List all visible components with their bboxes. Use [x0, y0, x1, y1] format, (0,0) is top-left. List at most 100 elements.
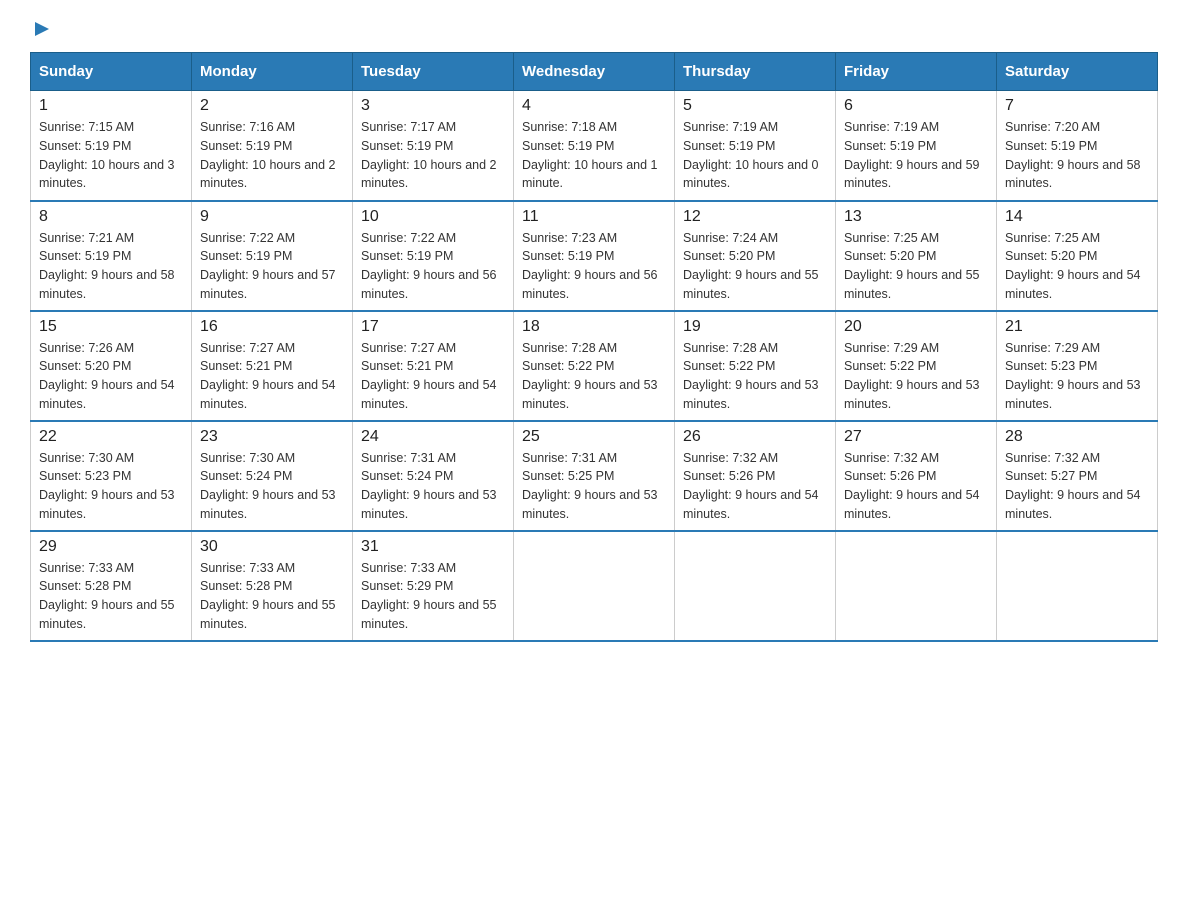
calendar-day-cell	[675, 531, 836, 641]
day-of-week-header: Thursday	[675, 53, 836, 91]
day-info: Sunrise: 7:31 AMSunset: 5:25 PMDaylight:…	[522, 449, 666, 524]
page-header	[30, 20, 1158, 34]
day-info: Sunrise: 7:24 AMSunset: 5:20 PMDaylight:…	[683, 229, 827, 304]
calendar-day-cell: 8 Sunrise: 7:21 AMSunset: 5:19 PMDayligh…	[31, 201, 192, 311]
day-number: 3	[361, 97, 505, 115]
day-of-week-header: Tuesday	[353, 53, 514, 91]
calendar-day-cell: 16 Sunrise: 7:27 AMSunset: 5:21 PMDaylig…	[192, 311, 353, 421]
day-number: 26	[683, 428, 827, 446]
calendar-day-cell: 15 Sunrise: 7:26 AMSunset: 5:20 PMDaylig…	[31, 311, 192, 421]
calendar-day-cell: 22 Sunrise: 7:30 AMSunset: 5:23 PMDaylig…	[31, 421, 192, 531]
day-info: Sunrise: 7:27 AMSunset: 5:21 PMDaylight:…	[361, 339, 505, 414]
calendar-day-cell: 2 Sunrise: 7:16 AMSunset: 5:19 PMDayligh…	[192, 91, 353, 201]
calendar-day-cell: 1 Sunrise: 7:15 AMSunset: 5:19 PMDayligh…	[31, 91, 192, 201]
calendar-week-row: 22 Sunrise: 7:30 AMSunset: 5:23 PMDaylig…	[31, 421, 1158, 531]
day-of-week-header: Wednesday	[514, 53, 675, 91]
day-number: 19	[683, 318, 827, 336]
day-info: Sunrise: 7:33 AMSunset: 5:29 PMDaylight:…	[361, 559, 505, 634]
day-number: 1	[39, 97, 183, 115]
day-number: 28	[1005, 428, 1149, 446]
calendar-week-row: 8 Sunrise: 7:21 AMSunset: 5:19 PMDayligh…	[31, 201, 1158, 311]
day-number: 5	[683, 97, 827, 115]
calendar-day-cell: 30 Sunrise: 7:33 AMSunset: 5:28 PMDaylig…	[192, 531, 353, 641]
day-info: Sunrise: 7:21 AMSunset: 5:19 PMDaylight:…	[39, 229, 183, 304]
calendar-day-cell: 6 Sunrise: 7:19 AMSunset: 5:19 PMDayligh…	[836, 91, 997, 201]
day-info: Sunrise: 7:15 AMSunset: 5:19 PMDaylight:…	[39, 118, 183, 193]
calendar-week-row: 1 Sunrise: 7:15 AMSunset: 5:19 PMDayligh…	[31, 91, 1158, 201]
calendar-day-cell: 17 Sunrise: 7:27 AMSunset: 5:21 PMDaylig…	[353, 311, 514, 421]
day-info: Sunrise: 7:18 AMSunset: 5:19 PMDaylight:…	[522, 118, 666, 193]
calendar-day-cell: 7 Sunrise: 7:20 AMSunset: 5:19 PMDayligh…	[997, 91, 1158, 201]
day-number: 2	[200, 97, 344, 115]
day-number: 29	[39, 538, 183, 556]
day-info: Sunrise: 7:20 AMSunset: 5:19 PMDaylight:…	[1005, 118, 1149, 193]
day-number: 6	[844, 97, 988, 115]
calendar-day-cell: 24 Sunrise: 7:31 AMSunset: 5:24 PMDaylig…	[353, 421, 514, 531]
day-info: Sunrise: 7:33 AMSunset: 5:28 PMDaylight:…	[39, 559, 183, 634]
day-info: Sunrise: 7:28 AMSunset: 5:22 PMDaylight:…	[522, 339, 666, 414]
day-info: Sunrise: 7:32 AMSunset: 5:27 PMDaylight:…	[1005, 449, 1149, 524]
day-of-week-header: Friday	[836, 53, 997, 91]
calendar-day-cell: 12 Sunrise: 7:24 AMSunset: 5:20 PMDaylig…	[675, 201, 836, 311]
day-info: Sunrise: 7:19 AMSunset: 5:19 PMDaylight:…	[683, 118, 827, 193]
day-number: 15	[39, 318, 183, 336]
day-info: Sunrise: 7:19 AMSunset: 5:19 PMDaylight:…	[844, 118, 988, 193]
day-info: Sunrise: 7:17 AMSunset: 5:19 PMDaylight:…	[361, 118, 505, 193]
day-number: 13	[844, 208, 988, 226]
calendar-day-cell: 29 Sunrise: 7:33 AMSunset: 5:28 PMDaylig…	[31, 531, 192, 641]
calendar-day-cell: 13 Sunrise: 7:25 AMSunset: 5:20 PMDaylig…	[836, 201, 997, 311]
calendar-day-cell: 21 Sunrise: 7:29 AMSunset: 5:23 PMDaylig…	[997, 311, 1158, 421]
day-number: 10	[361, 208, 505, 226]
day-info: Sunrise: 7:30 AMSunset: 5:23 PMDaylight:…	[39, 449, 183, 524]
day-number: 14	[1005, 208, 1149, 226]
day-number: 30	[200, 538, 344, 556]
day-info: Sunrise: 7:32 AMSunset: 5:26 PMDaylight:…	[844, 449, 988, 524]
calendar-day-cell: 9 Sunrise: 7:22 AMSunset: 5:19 PMDayligh…	[192, 201, 353, 311]
logo-flag-icon	[33, 20, 51, 38]
calendar-day-cell: 20 Sunrise: 7:29 AMSunset: 5:22 PMDaylig…	[836, 311, 997, 421]
day-number: 22	[39, 428, 183, 446]
day-of-week-header: Monday	[192, 53, 353, 91]
day-info: Sunrise: 7:22 AMSunset: 5:19 PMDaylight:…	[200, 229, 344, 304]
day-of-week-header: Sunday	[31, 53, 192, 91]
calendar-day-cell: 4 Sunrise: 7:18 AMSunset: 5:19 PMDayligh…	[514, 91, 675, 201]
day-number: 20	[844, 318, 988, 336]
day-info: Sunrise: 7:28 AMSunset: 5:22 PMDaylight:…	[683, 339, 827, 414]
day-info: Sunrise: 7:26 AMSunset: 5:20 PMDaylight:…	[39, 339, 183, 414]
day-info: Sunrise: 7:31 AMSunset: 5:24 PMDaylight:…	[361, 449, 505, 524]
day-info: Sunrise: 7:29 AMSunset: 5:22 PMDaylight:…	[844, 339, 988, 414]
calendar-day-cell	[514, 531, 675, 641]
calendar-table: SundayMondayTuesdayWednesdayThursdayFrid…	[30, 52, 1158, 642]
day-number: 18	[522, 318, 666, 336]
calendar-day-cell: 18 Sunrise: 7:28 AMSunset: 5:22 PMDaylig…	[514, 311, 675, 421]
day-info: Sunrise: 7:33 AMSunset: 5:28 PMDaylight:…	[200, 559, 344, 634]
day-number: 23	[200, 428, 344, 446]
logo	[30, 20, 51, 34]
day-number: 21	[1005, 318, 1149, 336]
day-number: 24	[361, 428, 505, 446]
calendar-day-cell: 31 Sunrise: 7:33 AMSunset: 5:29 PMDaylig…	[353, 531, 514, 641]
day-info: Sunrise: 7:30 AMSunset: 5:24 PMDaylight:…	[200, 449, 344, 524]
calendar-day-cell: 28 Sunrise: 7:32 AMSunset: 5:27 PMDaylig…	[997, 421, 1158, 531]
day-number: 27	[844, 428, 988, 446]
day-number: 17	[361, 318, 505, 336]
calendar-day-cell: 25 Sunrise: 7:31 AMSunset: 5:25 PMDaylig…	[514, 421, 675, 531]
calendar-day-cell	[997, 531, 1158, 641]
day-info: Sunrise: 7:25 AMSunset: 5:20 PMDaylight:…	[844, 229, 988, 304]
calendar-week-row: 29 Sunrise: 7:33 AMSunset: 5:28 PMDaylig…	[31, 531, 1158, 641]
day-info: Sunrise: 7:32 AMSunset: 5:26 PMDaylight:…	[683, 449, 827, 524]
day-number: 4	[522, 97, 666, 115]
day-number: 9	[200, 208, 344, 226]
calendar-day-cell: 10 Sunrise: 7:22 AMSunset: 5:19 PMDaylig…	[353, 201, 514, 311]
day-info: Sunrise: 7:27 AMSunset: 5:21 PMDaylight:…	[200, 339, 344, 414]
calendar-day-cell: 23 Sunrise: 7:30 AMSunset: 5:24 PMDaylig…	[192, 421, 353, 531]
calendar-body: 1 Sunrise: 7:15 AMSunset: 5:19 PMDayligh…	[31, 91, 1158, 641]
day-info: Sunrise: 7:29 AMSunset: 5:23 PMDaylight:…	[1005, 339, 1149, 414]
day-number: 25	[522, 428, 666, 446]
calendar-day-cell: 11 Sunrise: 7:23 AMSunset: 5:19 PMDaylig…	[514, 201, 675, 311]
calendar-day-cell: 5 Sunrise: 7:19 AMSunset: 5:19 PMDayligh…	[675, 91, 836, 201]
day-number: 7	[1005, 97, 1149, 115]
day-info: Sunrise: 7:22 AMSunset: 5:19 PMDaylight:…	[361, 229, 505, 304]
day-info: Sunrise: 7:16 AMSunset: 5:19 PMDaylight:…	[200, 118, 344, 193]
day-number: 31	[361, 538, 505, 556]
